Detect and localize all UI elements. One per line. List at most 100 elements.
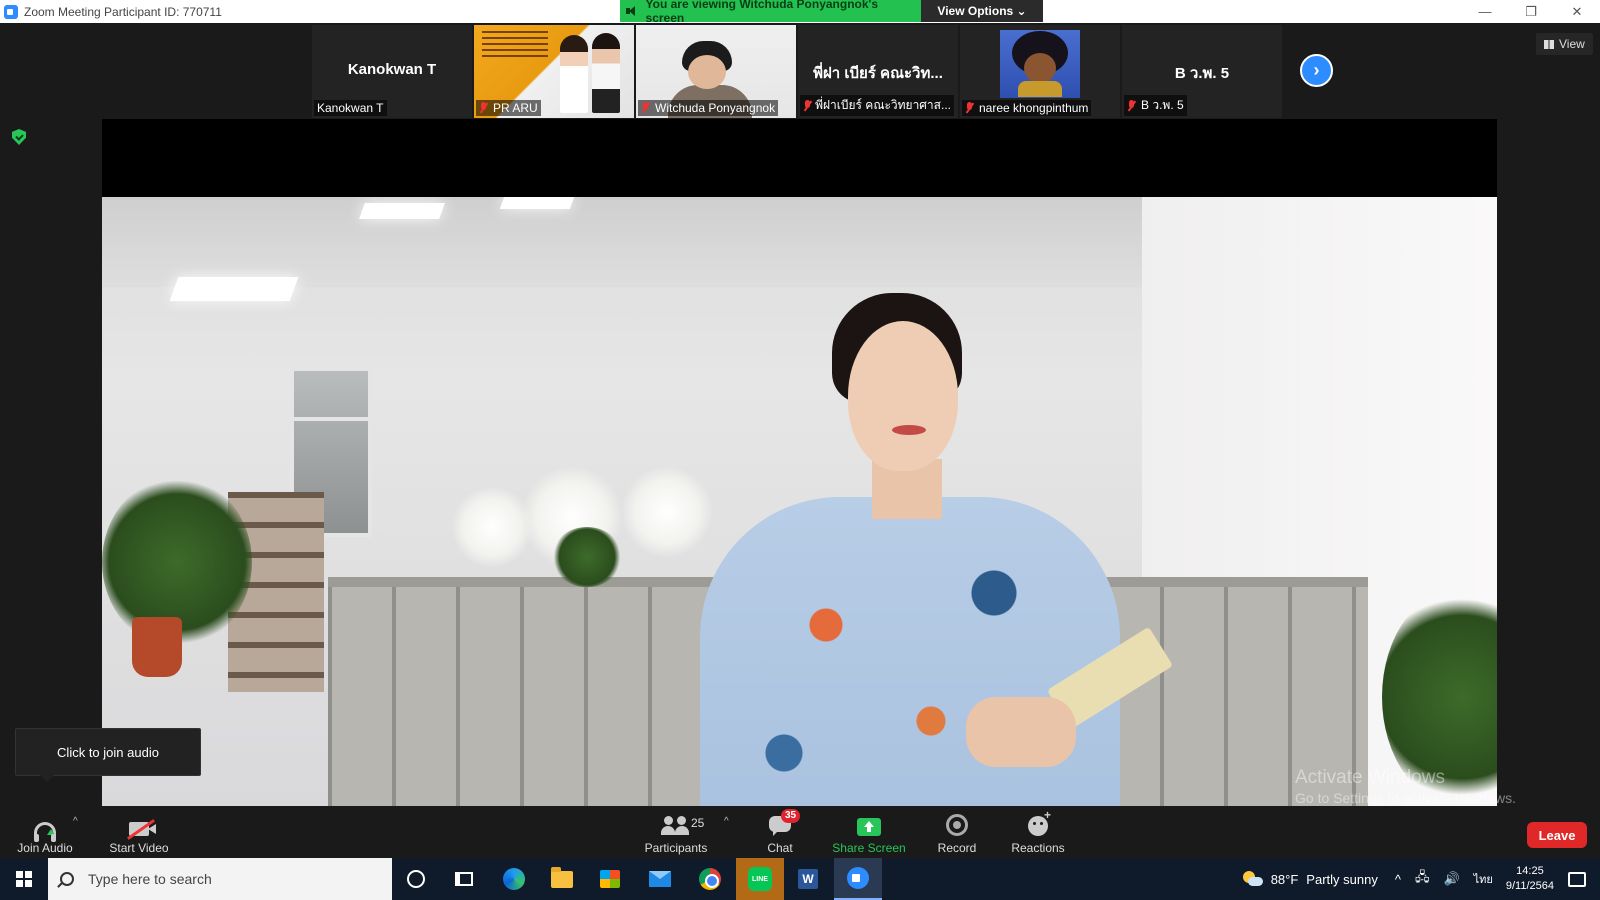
video-off-icon bbox=[129, 822, 149, 836]
start-video-button[interactable]: Start Video bbox=[104, 811, 174, 855]
muted-mic-icon bbox=[479, 102, 488, 114]
participant-name-label: Kanokwan T bbox=[314, 100, 387, 116]
headphones-icon bbox=[34, 822, 56, 842]
store-icon bbox=[600, 870, 620, 888]
view-layout-button[interactable]: View bbox=[1536, 33, 1593, 55]
volume-icon[interactable]: 🔊 bbox=[1443, 871, 1459, 887]
grid-icon bbox=[1544, 39, 1554, 49]
close-button[interactable]: ✕ bbox=[1554, 0, 1600, 23]
taskbar-chrome[interactable] bbox=[686, 858, 734, 900]
zoom-icon bbox=[847, 867, 869, 889]
participant-tile-witchuda[interactable]: Witchuda Ponyangnok bbox=[636, 25, 796, 118]
show-hidden-icons-chevron-icon[interactable]: ^ bbox=[1395, 872, 1401, 887]
taskbar-edge[interactable] bbox=[490, 858, 538, 900]
participant-name-text: PR ARU bbox=[493, 101, 538, 115]
next-page-arrow-icon[interactable]: › bbox=[1300, 54, 1333, 87]
chat-icon: 35 bbox=[767, 809, 801, 836]
activate-windows-subtitle: Go to Settings to activate Windows. bbox=[1295, 789, 1516, 806]
weather-temperature[interactable]: 88°F bbox=[1271, 872, 1299, 887]
meeting-area: Kanokwan T Kanokwan T PR ARU Witchuda Po… bbox=[0, 23, 1600, 806]
audio-options-caret-icon[interactable]: ^ bbox=[73, 816, 78, 827]
start-button[interactable] bbox=[0, 858, 48, 900]
reactions-icon bbox=[1028, 808, 1051, 836]
participants-label: Participants bbox=[644, 841, 708, 855]
windows-logo-icon bbox=[16, 871, 32, 887]
participant-name-label: Witchuda Ponyangnok bbox=[638, 100, 779, 116]
shared-screen-video bbox=[102, 119, 1497, 806]
taskbar-file-explorer[interactable] bbox=[538, 858, 586, 900]
chat-label: Chat bbox=[767, 841, 793, 855]
taskbar-line[interactable]: LINE bbox=[736, 858, 784, 900]
cortana-button[interactable] bbox=[392, 858, 440, 900]
edge-icon bbox=[503, 868, 525, 890]
network-icon[interactable]: 🖧 bbox=[1415, 868, 1430, 890]
participant-name-label: naree khongpinthum bbox=[962, 100, 1092, 116]
participant-display-name: พี่ฝา เบียร์ คณะวิท... bbox=[813, 65, 943, 82]
participant-name-text: Witchuda Ponyangnok bbox=[655, 101, 776, 115]
record-button[interactable]: Record bbox=[932, 811, 982, 855]
chrome-icon bbox=[699, 868, 721, 890]
chat-unread-badge: 35 bbox=[781, 809, 801, 823]
taskbar-word[interactable]: W bbox=[784, 858, 832, 900]
windows-taskbar: Type here to search LINE W 88°F Partly s… bbox=[0, 858, 1600, 900]
share-screen-label: Share Screen bbox=[832, 841, 906, 855]
clock-date: 9/11/2564 bbox=[1505, 880, 1554, 892]
participant-name-text: B ว.พ. 5 bbox=[1141, 98, 1184, 112]
line-icon: LINE bbox=[748, 867, 772, 891]
participant-tile-pr-aru[interactable]: PR ARU bbox=[474, 25, 634, 118]
join-audio-label: Join Audio bbox=[17, 841, 73, 855]
task-view-button[interactable] bbox=[440, 858, 488, 900]
encryption-shield-icon[interactable] bbox=[12, 129, 26, 145]
participant-display-name: Kanokwan T bbox=[347, 61, 437, 78]
participant-tile-naree[interactable]: naree khongpinthum bbox=[960, 25, 1120, 118]
participants-icon bbox=[661, 814, 691, 836]
participants-options-caret-icon[interactable]: ^ bbox=[724, 816, 729, 827]
share-screen-icon bbox=[857, 818, 881, 836]
task-view-icon bbox=[455, 872, 473, 886]
taskbar-clock[interactable]: 14:25 9/11/2564 bbox=[1506, 864, 1554, 895]
participant-name-text: naree khongpinthum bbox=[979, 101, 1089, 115]
view-options-button[interactable]: View Options ⌄ bbox=[921, 0, 1043, 22]
taskbar-zoom[interactable] bbox=[834, 858, 882, 900]
leave-meeting-button[interactable]: Leave bbox=[1527, 822, 1587, 848]
participant-name-label: PR ARU bbox=[476, 100, 541, 116]
muted-mic-icon bbox=[641, 102, 650, 114]
folder-icon bbox=[551, 866, 573, 888]
viewing-screen-notice: You are viewing Witchuda Ponyangnok's sc… bbox=[620, 0, 921, 25]
zoom-app-icon bbox=[4, 4, 18, 19]
participant-display-name: B ว.พ. 5 bbox=[1174, 65, 1230, 82]
mail-icon bbox=[649, 871, 671, 887]
muted-mic-icon bbox=[1127, 99, 1136, 112]
window-title: Zoom Meeting Participant ID: 770711 bbox=[24, 4, 222, 19]
taskbar-store[interactable] bbox=[586, 858, 634, 900]
clock-time: 14:25 bbox=[1516, 864, 1544, 877]
start-video-label: Start Video bbox=[109, 841, 169, 855]
taskbar-mail[interactable] bbox=[636, 858, 684, 900]
minimize-button[interactable]: — bbox=[1462, 0, 1508, 23]
participant-name-text: Kanokwan T bbox=[317, 101, 384, 115]
viewing-screen-text: You are viewing Witchuda Ponyangnok's sc… bbox=[645, 0, 879, 25]
input-language-indicator[interactable]: ไทย bbox=[1474, 870, 1493, 888]
word-icon: W bbox=[798, 869, 818, 889]
reactions-label: Reactions bbox=[1011, 841, 1065, 855]
record-label: Record bbox=[937, 841, 977, 855]
share-screen-button[interactable]: Share Screen bbox=[830, 811, 908, 855]
record-icon bbox=[946, 814, 968, 836]
reactions-button[interactable]: Reactions bbox=[1008, 808, 1068, 855]
join-audio-button[interactable]: Join Audio bbox=[14, 811, 76, 855]
participant-name-text: พี่ฝาเบียร์ คณะวิทยาศาส... bbox=[815, 98, 951, 112]
speaker-icon bbox=[626, 6, 638, 16]
restore-button[interactable]: ❐ bbox=[1508, 0, 1554, 23]
participant-tile-pifa[interactable]: พี่ฝา เบียร์ คณะวิท... พี่ฝาเบียร์ คณะวิ… bbox=[798, 25, 958, 118]
participant-tile-b-wp5[interactable]: B ว.พ. 5 B ว.พ. 5 bbox=[1122, 25, 1282, 118]
weather-description[interactable]: Partly sunny bbox=[1306, 872, 1378, 887]
participant-tile-kanokwan[interactable]: Kanokwan T Kanokwan T bbox=[312, 25, 472, 118]
participant-name-label: B ว.พ. 5 bbox=[1124, 95, 1187, 116]
join-audio-tooltip[interactable]: Click to join audio bbox=[15, 728, 201, 782]
search-icon bbox=[60, 872, 74, 886]
notifications-icon[interactable] bbox=[1568, 871, 1586, 887]
participant-gallery-strip: Kanokwan T Kanokwan T PR ARU Witchuda Po… bbox=[312, 25, 1288, 118]
chat-button[interactable]: 35 Chat bbox=[758, 809, 802, 855]
taskbar-search-box[interactable]: Type here to search bbox=[48, 858, 392, 900]
participants-count: 25 bbox=[691, 816, 705, 830]
